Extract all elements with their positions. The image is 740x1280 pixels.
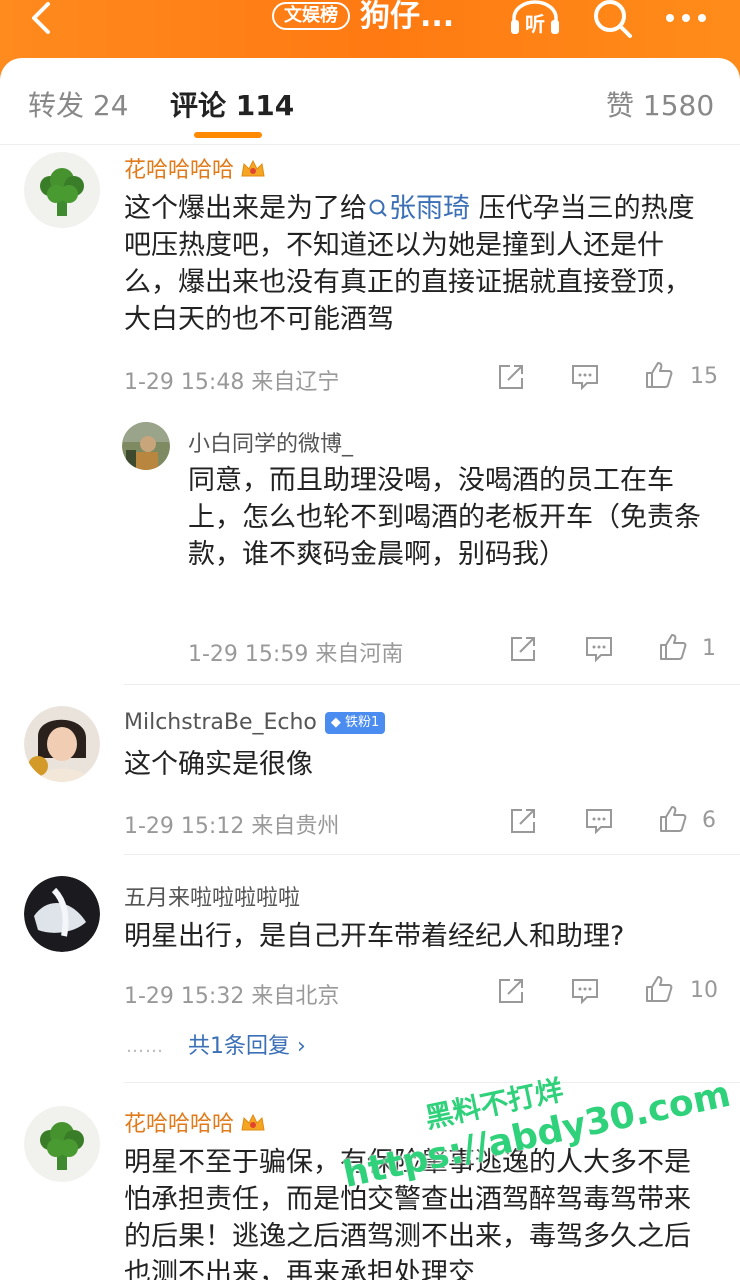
- comment-meta: 1-29 15:12 来自贵州: [124, 814, 340, 839]
- hot-list-badge[interactable]: 文娱榜: [272, 2, 350, 30]
- mention-link[interactable]: 张雨琦: [367, 193, 470, 224]
- fan-badge: ◆ 铁粉1: [324, 712, 386, 734]
- username[interactable]: 花哈哈哈哈: [124, 1106, 266, 1140]
- like-icon[interactable]: [658, 804, 692, 838]
- comment-text: 明星不至于骗保，有保险肇事逃逸的人大多不是怕承担责任，而是怕交警查出酒驾醉驾毒驾…: [124, 1147, 691, 1280]
- reply-icon[interactable]: [570, 362, 600, 392]
- reply-icon[interactable]: [584, 806, 614, 836]
- comment-text: 明星出行，是自己开车带着经纪人和助理?: [124, 921, 625, 952]
- tab-repost[interactable]: 转发 24: [28, 84, 129, 124]
- crown-icon: [240, 1112, 266, 1140]
- diamond-icon: ◆: [330, 715, 341, 730]
- username-text[interactable]: 花哈哈哈哈: [124, 158, 234, 183]
- like-count: 1: [702, 636, 716, 661]
- repost-icon[interactable]: [508, 806, 538, 836]
- like-icon[interactable]: [644, 360, 678, 394]
- like-count: 15: [690, 364, 718, 389]
- repost-icon[interactable]: [496, 976, 526, 1006]
- comment-meta: 1-29 15:48 来自辽宁: [124, 370, 340, 395]
- tab-bar: 转发 24 评论 114 赞 1580: [0, 58, 740, 146]
- avatar[interactable]: [24, 876, 100, 952]
- avatar[interactable]: [24, 1106, 100, 1182]
- like-icon[interactable]: [658, 632, 692, 666]
- back-arrow-icon[interactable]: [22, 0, 62, 40]
- username[interactable]: 花哈哈哈哈: [124, 152, 266, 186]
- repost-icon[interactable]: [508, 634, 538, 664]
- divider: [124, 854, 740, 855]
- like-count: 6: [702, 808, 716, 833]
- page-title: 狗仔...: [360, 0, 455, 34]
- tab-divider: [0, 144, 740, 145]
- username-text[interactable]: 花哈哈哈哈: [124, 1112, 234, 1137]
- username-text[interactable]: MilchstraBe_Echo: [124, 710, 317, 735]
- repost-icon[interactable]: [496, 362, 526, 392]
- reply-icon[interactable]: [584, 634, 614, 664]
- active-tab-indicator: [194, 132, 262, 138]
- view-replies-link[interactable]: 共1条回复 ›: [188, 1028, 306, 1060]
- more-icon[interactable]: [662, 8, 710, 28]
- tab-likes[interactable]: 赞 1580: [606, 84, 714, 124]
- avatar[interactable]: [122, 422, 170, 470]
- avatar[interactable]: [24, 706, 100, 782]
- crown-icon: [240, 158, 266, 186]
- comment-text: 这个爆出来是为了给 张雨琦 压代孕当三的热度吧压热度吧，不知道还以为她是撞到人还是…: [124, 190, 714, 338]
- divider: [124, 1082, 740, 1083]
- comment-text-part: 这个爆出来是为了给: [124, 193, 367, 224]
- like-count: 10: [690, 978, 718, 1003]
- svg-text:听: 听: [525, 12, 545, 36]
- reply-icon[interactable]: [570, 976, 600, 1006]
- listen-icon[interactable]: 听: [508, 0, 562, 36]
- username[interactable]: MilchstraBe_Echo ◆ 铁粉1: [124, 710, 386, 735]
- comment-text: 这个确实是很像: [124, 749, 313, 780]
- reply-username[interactable]: 小白同学的微博_: [188, 426, 353, 458]
- tab-comments[interactable]: 评论 114: [170, 84, 294, 124]
- search-icon[interactable]: [590, 0, 634, 40]
- reply-meta: 1-29 15:59 来自河南: [188, 642, 404, 667]
- username[interactable]: 五月来啦啦啦啦啦: [124, 880, 300, 912]
- comment-meta: 1-29 15:32 来自北京: [124, 984, 340, 1009]
- divider: [124, 684, 740, 685]
- avatar[interactable]: [24, 152, 100, 228]
- reply-text: 同意，而且助理没喝，没喝酒的员工在车上，怎么也轮不到喝酒的老板开车（免责条款，谁…: [188, 465, 701, 570]
- replies-dots: ……: [126, 1036, 164, 1057]
- like-icon[interactable]: [644, 974, 678, 1008]
- search-mention-icon: [369, 199, 387, 217]
